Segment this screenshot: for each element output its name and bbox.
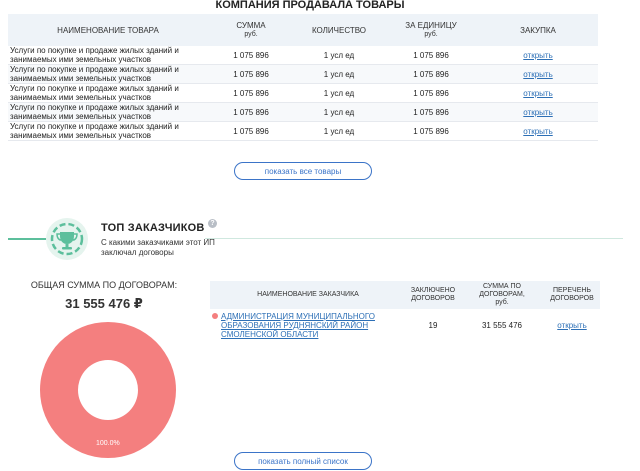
- goods-qty: 1 усл ед: [294, 64, 384, 84]
- goods-sum: 1 075 896: [208, 64, 294, 84]
- col-header-customer-name: НАИМЕНОВАНИЕ ЗАКАЗЧИКА: [210, 281, 406, 309]
- goods-unit-price: 1 075 896: [384, 102, 478, 122]
- top-customers-badge: [46, 218, 88, 260]
- table-row: Услуги по покупке и продаже жилых зданий…: [8, 102, 598, 122]
- contracts-open-link[interactable]: открыть: [557, 321, 586, 330]
- customers-donut-chart: [40, 322, 176, 458]
- goods-qty: 1 усл ед: [294, 102, 384, 122]
- table-row: Услуги по покупке и продаже жилых зданий…: [8, 64, 598, 84]
- pie-slice[interactable]: [40, 322, 176, 458]
- purchase-open-link[interactable]: открыть: [523, 51, 552, 60]
- total-sum-value: 31 555 476 ₽: [65, 296, 143, 311]
- goods-sum: 1 075 896: [208, 102, 294, 122]
- goods-sum: 1 075 896: [208, 46, 294, 65]
- goods-name: Услуги по покупке и продаже жилых зданий…: [8, 121, 208, 141]
- total-sum-label: ОБЩАЯ СУММА ПО ДОГОВОРАМ:: [30, 280, 178, 290]
- goods-qty: 1 усл ед: [294, 46, 384, 65]
- col-header-sum: СУММА руб.: [208, 14, 294, 46]
- goods-name: Услуги по покупке и продаже жилых зданий…: [8, 83, 208, 103]
- col-header-contracts: ЗАКЛЮЧЕНО ДОГОВОРОВ: [406, 281, 460, 309]
- table-row: АДМИНИСТРАЦИЯ МУНИЦИПАЛЬНОГО ОБРАЗОВАНИЯ…: [210, 309, 600, 342]
- goods-unit-price: 1 075 896: [384, 64, 478, 84]
- pie-slice-label: 100.0%: [96, 440, 120, 447]
- legend-color-dot: [212, 313, 218, 319]
- goods-sum: 1 075 896: [208, 83, 294, 103]
- customers-table-header: НАИМЕНОВАНИЕ ЗАКАЗЧИКА ЗАКЛЮЧЕНО ДОГОВОР…: [210, 281, 600, 309]
- col-header-unit-price: ЗА ЕДИНИЦУ руб.: [384, 14, 478, 46]
- purchase-open-link[interactable]: открыть: [523, 89, 552, 98]
- customers-table: НАИМЕНОВАНИЕ ЗАКАЗЧИКА ЗАКЛЮЧЕНО ДОГОВОР…: [210, 281, 600, 342]
- goods-name: Услуги по покупке и продаже жилых зданий…: [8, 46, 208, 65]
- table-row: Услуги по покупке и продаже жилых зданий…: [8, 121, 598, 141]
- top-customers-title: ТОП ЗАКАЗЧИКОВ: [101, 222, 205, 234]
- col-header-qty: КОЛИЧЕСТВО: [294, 14, 384, 46]
- show-full-list-button[interactable]: показать полный список: [234, 452, 372, 470]
- goods-section-title: КОМПАНИЯ ПРОДАВАЛА ТОВАРЫ: [215, 0, 405, 11]
- purchase-open-link[interactable]: открыть: [523, 70, 552, 79]
- contracts-count: 19: [428, 321, 438, 330]
- col-header-contracts-sum: СУММА ПО ДОГОВОРАМ, руб.: [460, 281, 544, 309]
- col-header-contracts-list: ПЕРЕЧЕНЬ ДОГОВОРОВ: [544, 281, 600, 309]
- col-header-name: НАИМЕНОВАНИЕ ТОВАРА: [8, 14, 208, 46]
- goods-table-header: НАИМЕНОВАНИЕ ТОВАРА СУММА руб. КОЛИЧЕСТВО…: [8, 14, 598, 46]
- top-customers-subtitle: С какими заказчиками этот ИП заключал до…: [101, 238, 215, 257]
- goods-sum: 1 075 896: [208, 121, 294, 141]
- show-all-goods-button[interactable]: показать все товары: [234, 162, 372, 180]
- goods-qty: 1 усл ед: [294, 83, 384, 103]
- contracts-sum: 31 555 476: [481, 321, 523, 330]
- customer-name-link[interactable]: АДМИНИСТРАЦИЯ МУНИЦИПАЛЬНОГО ОБРАЗОВАНИЯ…: [221, 312, 399, 339]
- goods-unit-price: 1 075 896: [384, 46, 478, 65]
- goods-unit-price: 1 075 896: [384, 83, 478, 103]
- table-row: Услуги по покупке и продаже жилых зданий…: [8, 46, 598, 65]
- section-divider-right: [205, 238, 623, 239]
- section-divider-left: [8, 238, 46, 240]
- goods-name: Услуги по покупке и продаже жилых зданий…: [8, 64, 208, 84]
- help-icon[interactable]: ?: [208, 219, 217, 228]
- goods-name: Услуги по покупке и продаже жилых зданий…: [8, 102, 208, 122]
- table-row: Услуги по покупке и продаже жилых зданий…: [8, 83, 598, 103]
- purchase-open-link[interactable]: открыть: [523, 127, 552, 136]
- trophy-icon: [50, 222, 84, 256]
- col-header-purchase: ЗАКУПКА: [478, 14, 598, 46]
- goods-table: НАИМЕНОВАНИЕ ТОВАРА СУММА руб. КОЛИЧЕСТВО…: [8, 14, 598, 141]
- purchase-open-link[interactable]: открыть: [523, 108, 552, 117]
- goods-unit-price: 1 075 896: [384, 121, 478, 141]
- goods-qty: 1 усл ед: [294, 121, 384, 141]
